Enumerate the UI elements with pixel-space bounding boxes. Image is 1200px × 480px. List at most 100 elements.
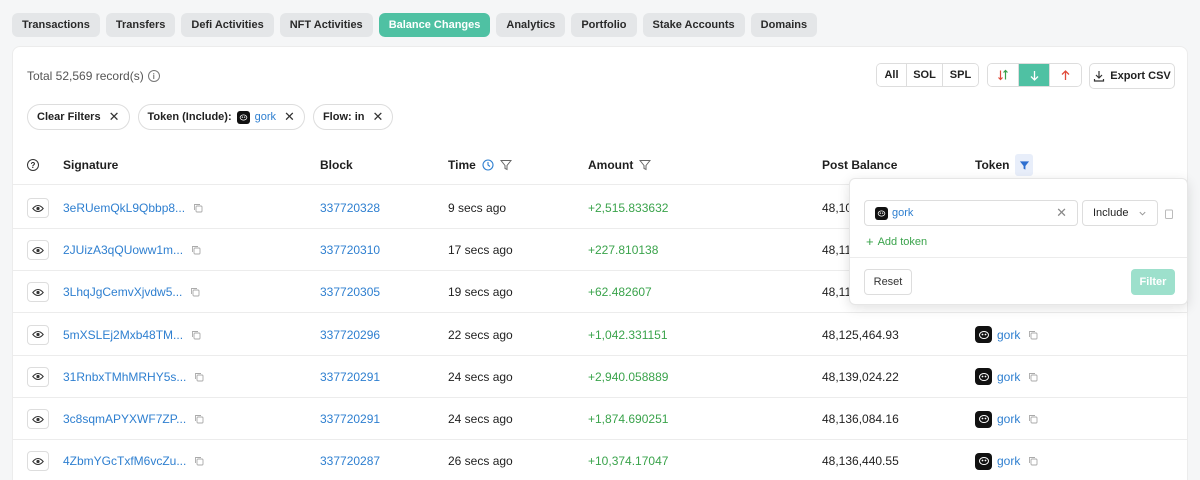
view-details-button[interactable] — [27, 240, 49, 261]
amount-value: +2,940.058889 — [588, 369, 669, 384]
view-details-button[interactable] — [27, 451, 49, 472]
include-mode-select[interactable]: Include — [1082, 200, 1158, 226]
asset-filter-sol[interactable]: SOL — [907, 64, 943, 86]
tab-domains[interactable]: Domains — [750, 13, 818, 37]
tab-transactions[interactable]: Transactions — [12, 13, 100, 37]
post-balance-value: 48,10 — [822, 201, 853, 215]
table-row: 4ZbmYGcTxfM6vcZu... 337720287 26 secs ago +… — [13, 440, 1187, 480]
filter-icon — [1019, 160, 1030, 170]
flow-filter-chip[interactable]: Flow: in ✕ — [312, 104, 394, 130]
chevron-down-icon — [1139, 211, 1146, 216]
block-link[interactable]: 337720296 — [320, 328, 380, 342]
asset-type-filter: All SOL SPL — [876, 63, 979, 87]
block-link[interactable]: 337720328 — [320, 201, 380, 215]
table-row: 31RnbxTMhMRHY5s... 337720291 24 secs ago +2… — [13, 356, 1187, 398]
post-balance-value: 48,11 — [822, 285, 852, 300]
trash-icon[interactable] — [1164, 208, 1174, 219]
amount-value: +1,042.331151 — [588, 327, 668, 342]
asset-filter-spl[interactable]: SPL — [943, 64, 978, 86]
view-details-button[interactable] — [27, 366, 49, 387]
swap-arrows-icon — [998, 69, 1008, 81]
question-icon[interactable]: ? — [27, 159, 39, 171]
tab-portfolio[interactable]: Portfolio — [571, 13, 637, 37]
column-amount-label: Amount — [588, 158, 634, 172]
copy-icon[interactable] — [191, 330, 201, 340]
token-link[interactable]: gork — [997, 454, 1020, 468]
token-filter-button[interactable] — [1015, 154, 1034, 176]
block-link[interactable]: 337720305 — [320, 285, 380, 299]
view-details-button[interactable] — [27, 282, 49, 303]
flow-filter-label: Flow: in — [322, 111, 365, 123]
signature-link[interactable]: 4ZbmYGcTxfM6vcZu... — [63, 454, 186, 468]
amount-value: +10,374.17047 — [588, 454, 669, 469]
eye-icon — [32, 246, 44, 255]
token-link[interactable]: gork — [997, 328, 1020, 342]
signature-link[interactable]: 3LhqJgCemvXjvdw5... — [63, 285, 182, 299]
close-icon[interactable]: ✕ — [109, 109, 120, 125]
view-details-button[interactable] — [27, 409, 49, 429]
block-link[interactable]: 337720310 — [320, 243, 380, 257]
export-csv-button[interactable]: Export CSV — [1089, 63, 1175, 89]
filter-icon[interactable] — [639, 159, 652, 171]
clear-filters-chip[interactable]: Clear Filters ✕ — [27, 104, 130, 130]
clock-icon[interactable] — [482, 159, 494, 171]
close-icon[interactable]: ✕ — [373, 109, 384, 125]
signature-link[interactable]: 2JUizA3qQUoww1m... — [63, 243, 183, 257]
copy-icon[interactable] — [1028, 414, 1038, 424]
flow-both-button[interactable] — [988, 64, 1019, 86]
copy-icon[interactable] — [1028, 456, 1038, 466]
flow-in-button[interactable] — [1019, 64, 1050, 86]
copy-icon[interactable] — [191, 245, 201, 255]
copy-icon[interactable] — [193, 203, 203, 213]
block-link[interactable]: 337720291 — [320, 412, 380, 426]
copy-icon[interactable] — [190, 287, 200, 297]
arrow-up-icon — [1061, 69, 1070, 80]
signature-link[interactable]: 3c8sqmAPYXWF7ZP... — [63, 412, 186, 426]
flow-direction-filter — [987, 63, 1082, 87]
time-value: 24 secs ago — [448, 369, 513, 384]
help-column-header: ? — [27, 145, 39, 185]
copy-icon[interactable] — [194, 414, 204, 424]
arrow-down-icon — [1030, 70, 1038, 81]
signature-link[interactable]: 5mXSLEj2Mxb48TM... — [63, 328, 183, 342]
clear-icon[interactable]: ✕ — [1056, 205, 1067, 221]
copy-icon[interactable] — [194, 372, 204, 382]
close-icon[interactable]: ✕ — [284, 109, 295, 125]
add-token-button[interactable]: + Add token — [866, 234, 927, 249]
filter-icon[interactable] — [499, 159, 512, 171]
copy-icon[interactable] — [194, 456, 204, 466]
tab-analytics[interactable]: Analytics — [496, 13, 566, 37]
eye-icon — [32, 372, 44, 381]
copy-icon[interactable] — [1028, 372, 1038, 382]
copy-icon[interactable] — [1028, 330, 1038, 340]
filter-apply-button[interactable]: Filter — [1131, 269, 1175, 295]
post-balance-value: 48,136,084.16 — [822, 412, 899, 426]
reset-button[interactable]: Reset — [864, 269, 912, 295]
column-signature: Signature — [63, 158, 119, 172]
block-link[interactable]: 337720291 — [320, 370, 380, 384]
eye-icon — [32, 204, 44, 213]
token-link[interactable]: gork — [997, 370, 1020, 384]
time-value: 19 secs ago — [448, 285, 513, 300]
flow-out-button[interactable] — [1050, 64, 1081, 86]
asset-filter-all[interactable]: All — [877, 64, 907, 86]
token-filter-chip[interactable]: Token (Include): gork ✕ — [137, 104, 305, 130]
token-select-input[interactable]: gork ✕ — [864, 200, 1078, 226]
token-filter-label: Token (Include): — [147, 111, 232, 123]
tab-nft-activities[interactable]: NFT Activities — [279, 13, 373, 37]
tab-defi-activities[interactable]: Defi Activities — [181, 13, 274, 37]
tab-stake-accounts[interactable]: Stake Accounts — [642, 13, 745, 37]
token-link[interactable]: gork — [997, 412, 1020, 426]
clear-filters-label: Clear Filters — [37, 111, 101, 123]
column-time: Time — [448, 145, 512, 185]
view-details-button[interactable] — [27, 198, 49, 218]
view-details-button[interactable] — [27, 324, 49, 345]
signature-link[interactable]: 3eRUemQkL9Qbbp8... — [63, 201, 185, 215]
signature-link[interactable]: 31RnbxTMhMRHY5s... — [63, 370, 186, 384]
info-icon[interactable]: i — [147, 70, 160, 82]
tab-balance-changes[interactable]: Balance Changes — [378, 13, 491, 37]
download-icon — [1094, 71, 1105, 82]
add-token-label: Add token — [877, 235, 928, 248]
block-link[interactable]: 337720287 — [320, 454, 380, 468]
tab-transfers[interactable]: Transfers — [105, 13, 176, 37]
